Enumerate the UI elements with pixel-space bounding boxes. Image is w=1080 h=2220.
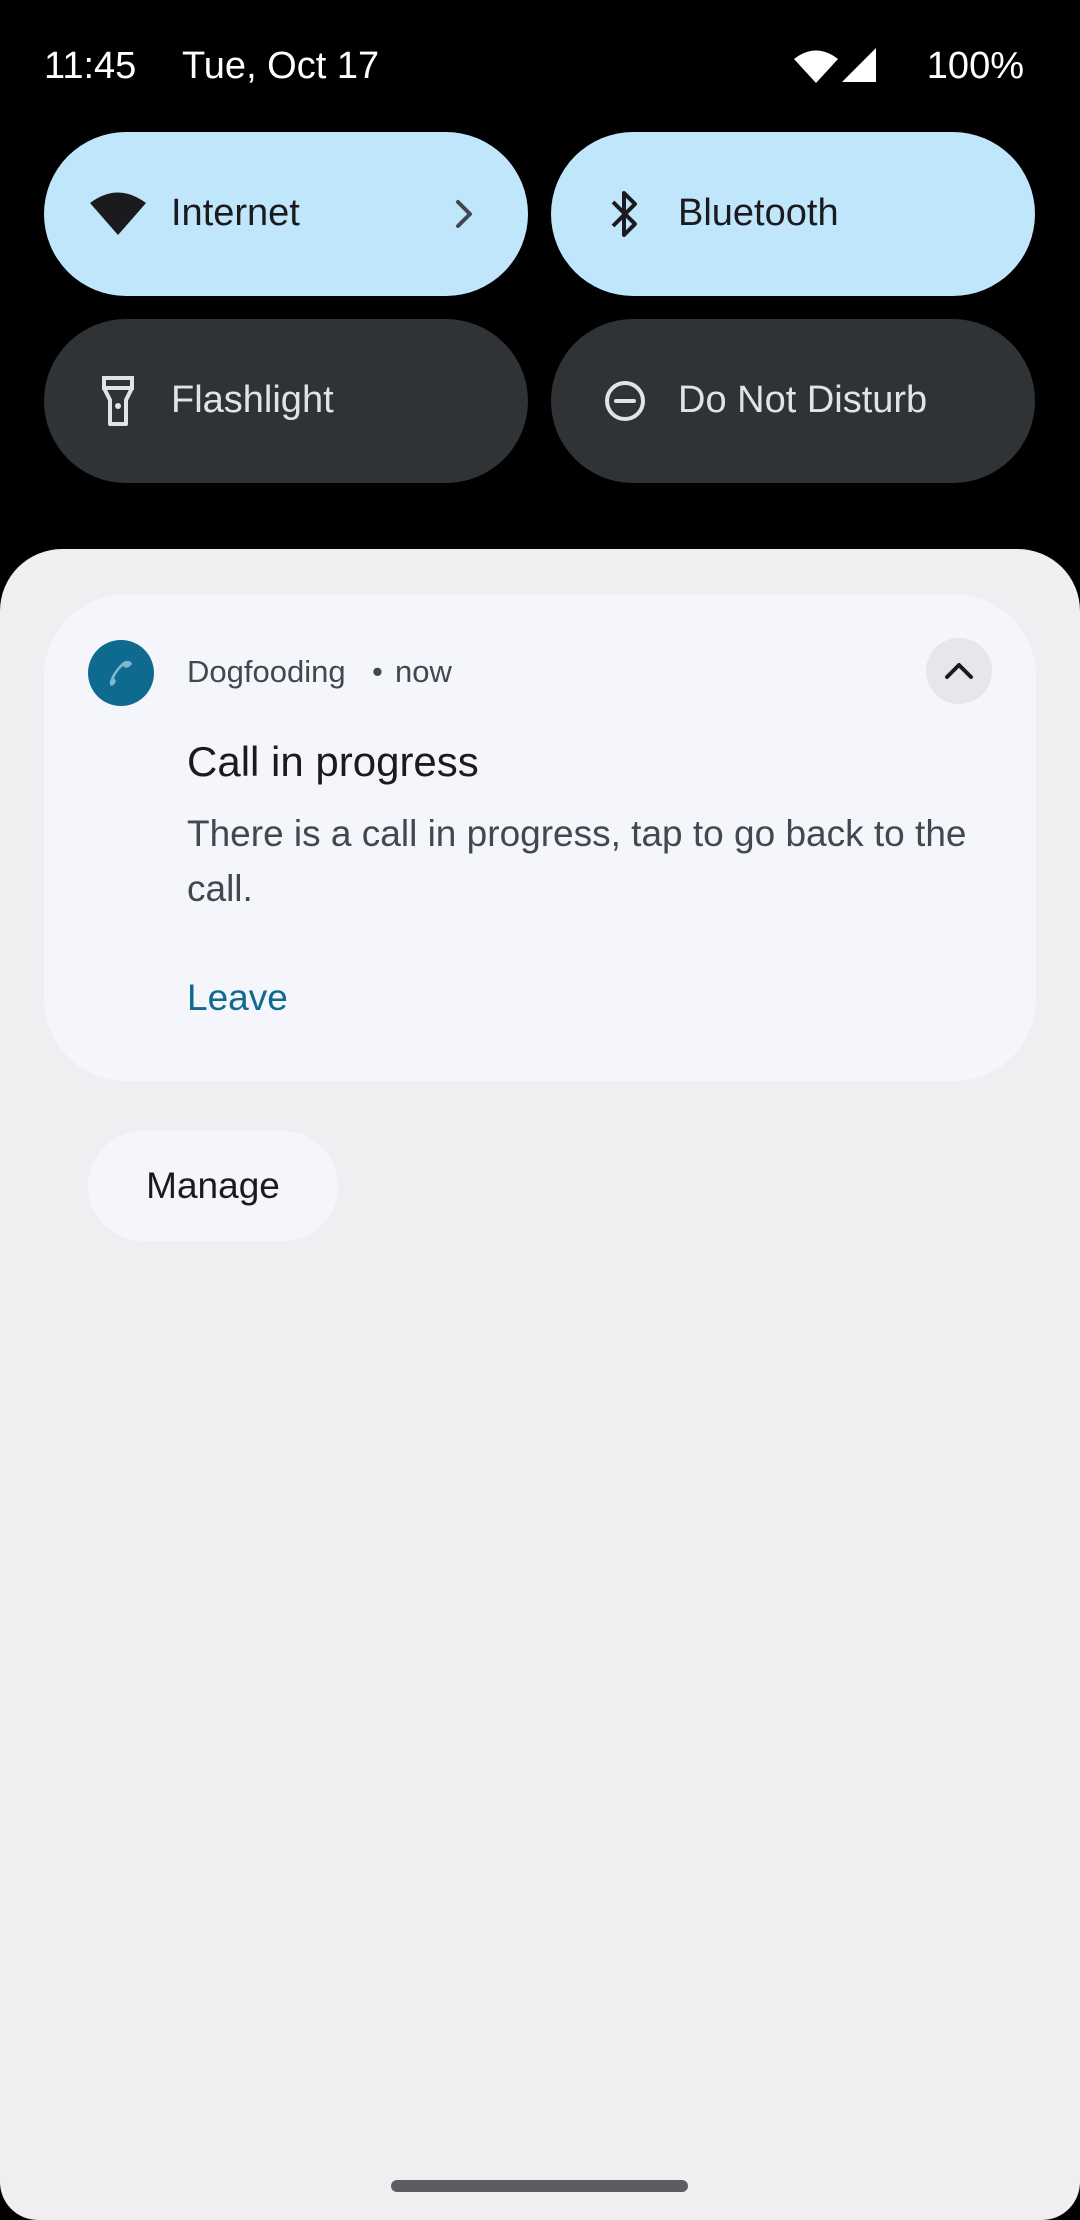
tile-label: Bluetooth bbox=[678, 192, 839, 234]
notification-title: Call in progress bbox=[187, 738, 479, 785]
home-indicator[interactable] bbox=[391, 2180, 688, 2192]
leave-button[interactable]: Leave bbox=[187, 974, 288, 1022]
notification-shade-screen: 11:45 Tue, Oct 17 100% Internet Bluetoot… bbox=[0, 0, 1080, 2220]
tile-label: Internet bbox=[171, 192, 300, 234]
tile-internet[interactable]: Internet bbox=[44, 132, 528, 296]
tile-bluetooth[interactable]: Bluetooth bbox=[551, 132, 1035, 296]
do-not-disturb-icon bbox=[595, 371, 655, 431]
wifi-icon bbox=[88, 184, 148, 244]
tile-label: Do Not Disturb bbox=[678, 379, 928, 421]
status-bar: 11:45 Tue, Oct 17 100% bbox=[0, 0, 1080, 134]
manage-button[interactable]: Manage bbox=[88, 1131, 338, 1241]
chevron-up-icon bbox=[945, 663, 973, 679]
separator-dot: • bbox=[372, 654, 383, 689]
tile-label: Flashlight bbox=[171, 379, 334, 421]
notification-time: now bbox=[395, 654, 452, 689]
battery-percentage: 100% bbox=[926, 45, 1024, 87]
call-notification[interactable]: Dogfooding • now Call in progress There … bbox=[44, 594, 1036, 1081]
tile-do-not-disturb[interactable]: Do Not Disturb bbox=[551, 319, 1035, 483]
flashlight-icon bbox=[88, 371, 148, 431]
status-time: 11:45 bbox=[44, 45, 137, 87]
cell-signal-icon bbox=[842, 48, 876, 82]
tile-flashlight[interactable]: Flashlight bbox=[44, 319, 528, 483]
wifi-icon bbox=[794, 50, 838, 83]
app-name: Dogfooding bbox=[187, 654, 346, 689]
notification-body: There is a call in progress, tap to go b… bbox=[187, 813, 967, 909]
chevron-right-icon bbox=[456, 200, 472, 228]
status-date: Tue, Oct 17 bbox=[182, 45, 380, 87]
bluetooth-icon bbox=[595, 184, 655, 244]
collapse-button[interactable] bbox=[926, 638, 992, 704]
phone-call-icon bbox=[88, 640, 154, 706]
